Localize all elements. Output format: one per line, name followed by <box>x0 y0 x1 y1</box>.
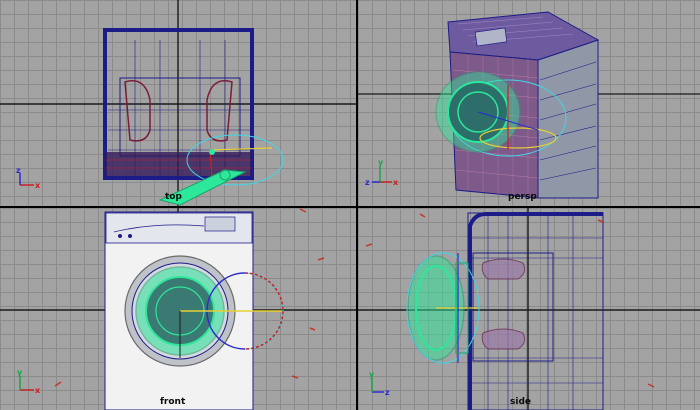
viewport-label-top: top <box>165 192 182 202</box>
axis-gizmo-front: x y <box>10 368 46 398</box>
axis-label-z: z <box>365 178 370 187</box>
viewport-persp-canvas[interactable] <box>358 0 700 206</box>
axis-label-z: z <box>16 166 21 175</box>
viewport-label-persp: persp <box>508 192 537 202</box>
axis-gizmo-side: z y <box>358 370 394 400</box>
axis-label-y: y <box>17 368 23 377</box>
axis-label-z: z <box>385 388 390 397</box>
viewport-front-canvas[interactable] <box>0 208 356 410</box>
viewport-label-front: front <box>160 397 186 407</box>
axis-gizmo-top: x z <box>10 165 46 195</box>
axis-label-x: x <box>35 386 41 395</box>
viewport-persp[interactable]: x y z persp <box>358 0 700 206</box>
viewport-front[interactable]: x y front <box>0 208 356 410</box>
washer-wireframe-side[interactable] <box>467 212 604 410</box>
viewport-top-canvas[interactable] <box>0 0 356 206</box>
viewport-side[interactable]: z y side <box>358 208 700 410</box>
viewport-label-side: side <box>510 397 531 407</box>
axis-gizmo-persp: x y z <box>364 158 400 190</box>
axis-label-y: y <box>378 158 384 167</box>
axis-label-x: x <box>35 181 41 190</box>
viewport-side-canvas[interactable] <box>358 208 700 410</box>
door-manipulator-side[interactable] <box>406 252 480 364</box>
viewport-top[interactable]: x z top <box>0 0 356 206</box>
axis-label-x: x <box>393 178 399 187</box>
axis-label-y: y <box>369 370 375 379</box>
door-manipulator-front[interactable] <box>124 255 284 367</box>
